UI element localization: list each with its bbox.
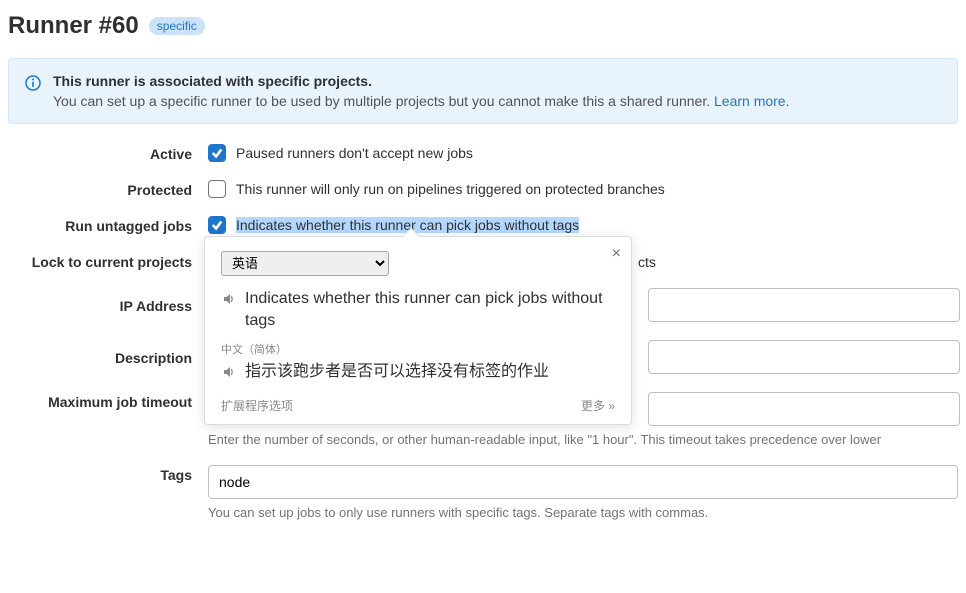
info-banner: This runner is associated with specific … [8,58,958,124]
lock-description-partial: cts [638,252,656,270]
source-text: Indicates whether this runner can pick j… [245,288,615,333]
more-link[interactable]: 更多 » [581,397,615,414]
timeout-help: Enter the number of seconds, or other hu… [208,432,960,447]
banner-title: This runner is associated with specific … [53,73,941,89]
untagged-label: Run untagged jobs [8,216,208,234]
info-icon [25,75,41,109]
target-text: 指示该跑步者是否可以选择没有标签的作业 [245,361,549,383]
untagged-checkbox[interactable] [208,216,226,234]
translation-tooltip: × 英语 Indicates whether this runner can p… [204,236,632,425]
protected-description: This runner will only run on pipelines t… [236,181,665,197]
tags-label: Tags [8,465,208,483]
active-description: Paused runners don't accept new jobs [236,145,473,161]
protected-checkbox[interactable] [208,180,226,198]
tags-input[interactable] [208,465,958,499]
language-select[interactable]: 英语 [221,251,389,276]
runner-type-badge: specific [149,17,205,35]
timeout-label: Maximum job timeout [8,392,208,410]
target-lang-label: 中文（简体） [221,341,615,357]
description-label: Description [8,348,208,366]
learn-more-link[interactable]: Learn more. [714,93,789,109]
extension-options-link[interactable]: 扩展程序选项 [221,397,293,414]
speaker-icon[interactable] [221,291,237,310]
title-text: Runner #60 [8,12,139,40]
speaker-icon[interactable] [221,364,237,383]
description-input[interactable] [648,340,960,374]
banner-text: You can set up a specific runner to be u… [53,93,941,109]
tags-help: You can set up jobs to only use runners … [208,505,958,520]
active-checkbox[interactable] [208,144,226,162]
page-title: Runner #60 specific [8,12,958,40]
ip-label: IP Address [8,296,208,314]
tooltip-close-button[interactable]: × [612,245,621,263]
ip-input[interactable] [648,288,960,322]
active-label: Active [8,144,208,162]
timeout-input[interactable] [648,392,960,426]
protected-label: Protected [8,180,208,198]
lock-label: Lock to current projects [8,252,208,270]
